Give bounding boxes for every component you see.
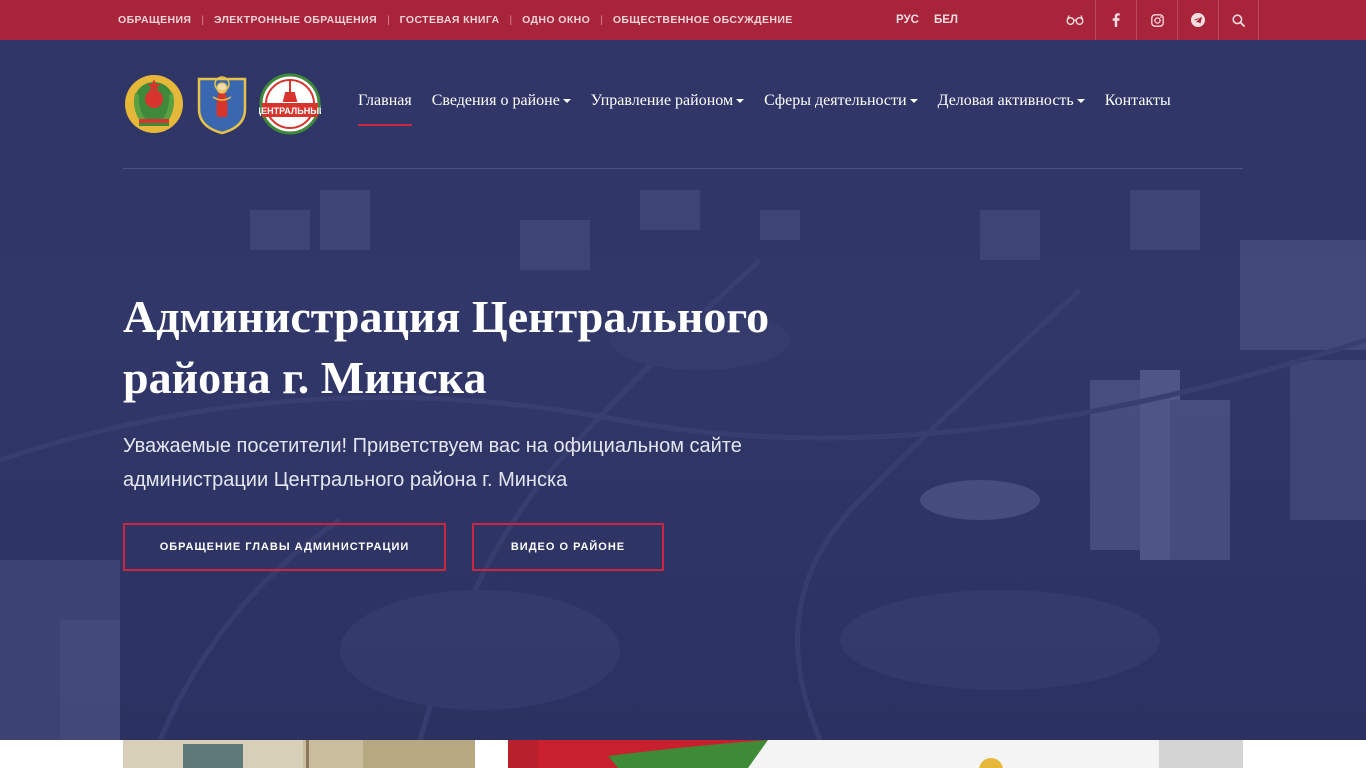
top-link-one-window[interactable]: ОДНО ОКНО xyxy=(522,14,590,26)
nav-item-contacts[interactable]: Контакты xyxy=(1105,92,1171,110)
facebook-icon[interactable] xyxy=(1095,0,1136,40)
instagram-icon[interactable] xyxy=(1136,0,1177,40)
nav-item-label: Главная xyxy=(358,92,412,109)
hero-subtitle: Уважаемые посетители! Приветствуем вас н… xyxy=(123,435,742,491)
top-link-e-appeals[interactable]: ЭЛЕКТРОННЫЕ ОБРАЩЕНИЯ xyxy=(214,14,377,26)
top-icons xyxy=(1054,0,1259,40)
lang-bel[interactable]: БЕЛ xyxy=(934,14,958,26)
news-card-image-interior[interactable] xyxy=(123,740,475,768)
nav-item-district-management[interactable]: Управление районом xyxy=(590,92,745,110)
caret-down-icon xyxy=(909,99,918,104)
nav-item-label: Контакты xyxy=(1104,92,1171,109)
language-switcher: РУС БЕЛ xyxy=(896,0,958,40)
top-link-separator: | xyxy=(387,14,390,26)
top-link-appeals[interactable]: ОБРАЩЕНИЯ xyxy=(118,14,191,26)
caret-down-icon xyxy=(736,99,745,104)
nav-item-label: Деловая активность xyxy=(937,92,1074,109)
telegram-icon[interactable] xyxy=(1177,0,1218,40)
glasses-icon[interactable] xyxy=(1054,0,1095,40)
nav-item-label: Сферы деятельности xyxy=(764,92,907,109)
nav-divider xyxy=(123,168,1243,169)
top-link-separator: | xyxy=(509,14,513,26)
minsk-coat-of-arms-logo[interactable] xyxy=(191,73,253,135)
head-address-button[interactable]: ОБРАЩЕНИЕ ГЛАВЫ АДМИНИСТРАЦИИ xyxy=(123,523,446,571)
logos: ЦЕНТРАЛЬНЫЙ xyxy=(123,73,321,135)
hero-title: Администрация Центрального района г. Мин… xyxy=(123,291,770,403)
hero-section: ЦЕНТРАЛЬНЫЙ Главная Сведения о районе Уп… xyxy=(0,40,1366,740)
top-link-guestbook[interactable]: ГОСТЕВАЯ КНИГА xyxy=(400,14,500,26)
top-bar: ОБРАЩЕНИЯ | ЭЛЕКТРОННЫЕ ОБРАЩЕНИЯ | ГОСТ… xyxy=(0,0,1366,40)
caret-down-icon xyxy=(1076,99,1085,104)
belarus-coat-of-arms-logo[interactable] xyxy=(123,73,185,135)
main-nav: Главная Сведения о районе Управление рай… xyxy=(358,92,1171,126)
top-link-separator: | xyxy=(201,14,204,26)
caret-down-icon xyxy=(562,99,571,104)
top-links: ОБРАЩЕНИЯ | ЭЛЕКТРОННЫЕ ОБРАЩЕНИЯ | ГОСТ… xyxy=(118,0,793,40)
cards-strip xyxy=(0,740,1366,768)
news-card-image-flag[interactable] xyxy=(508,740,1243,768)
top-link-public-discussion[interactable]: ОБЩЕСТВЕННОЕ ОБСУЖДЕНИЕ xyxy=(613,14,793,26)
lang-rus[interactable]: РУС xyxy=(896,14,919,26)
central-district-logo-text: ЦЕНТРАЛЬНЫЙ xyxy=(259,105,321,116)
nav-item-business-activity[interactable]: Деловая активность xyxy=(938,92,1085,110)
top-link-separator: | xyxy=(600,14,603,26)
central-district-logo[interactable]: ЦЕНТРАЛЬНЫЙ xyxy=(259,73,321,135)
search-icon[interactable] xyxy=(1218,0,1259,40)
nav-item-label: Сведения о районе xyxy=(431,92,560,109)
nav-item-spheres-of-activity[interactable]: Сферы деятельности xyxy=(764,92,918,110)
nav-item-about-district[interactable]: Сведения о районе xyxy=(432,92,571,110)
nav-item-label: Управление районом xyxy=(590,92,734,109)
district-video-button[interactable]: ВИДЕО О РАЙОНЕ xyxy=(472,523,664,571)
nav-item-home[interactable]: Главная xyxy=(358,92,412,126)
